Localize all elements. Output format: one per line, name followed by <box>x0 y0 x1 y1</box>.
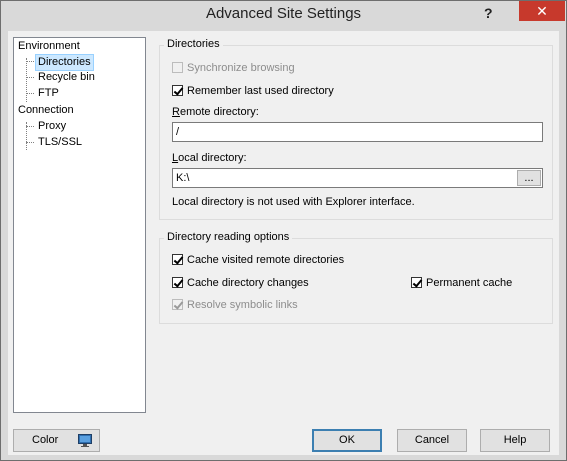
remote-directory-label-accel: R <box>172 106 180 118</box>
tree-item-environment[interactable]: Environment <box>18 39 80 54</box>
window-title: Advanced Site Settings <box>205 5 362 22</box>
directories-group: Directories Synchronize browsing Remembe… <box>159 38 553 220</box>
close-button[interactable]: ✕ <box>519 1 565 21</box>
advanced-site-settings-window: Advanced Site Settings ? ✕ Environment D… <box>0 0 567 461</box>
help-button[interactable]: Help <box>480 429 550 452</box>
local-directory-label: Local directory: <box>172 152 247 164</box>
directories-group-title: Directories <box>164 38 223 50</box>
tree-item-ftp[interactable]: FTP <box>38 86 59 101</box>
checkbox-box <box>172 299 183 310</box>
checkbox-box <box>172 62 183 73</box>
tree-item-connection[interactable]: Connection <box>18 103 74 118</box>
tree-connector <box>26 126 34 127</box>
checkbox-box <box>411 277 422 288</box>
cache-visited-directories-checkbox[interactable]: Cache visited remote directories <box>172 253 344 268</box>
synchronize-browsing-checkbox[interactable]: Synchronize browsing <box>172 61 295 76</box>
checkbox-box <box>172 277 183 288</box>
remote-directory-label: Remote directory: <box>172 106 259 118</box>
cache-directory-changes-label: Cache directory changes <box>187 277 309 289</box>
permanent-cache-label: Permanent cache <box>426 277 513 289</box>
browse-local-directory-button[interactable]: ... <box>517 170 541 186</box>
local-directory-label-text: ocal directory: <box>178 152 247 164</box>
dialog-client-area: Environment Directories Recycle bin FTP … <box>8 31 559 455</box>
local-directory-input[interactable]: K:\ <box>172 168 543 188</box>
tree-connector <box>26 93 34 94</box>
color-button-label: Color <box>32 434 59 446</box>
tree-connector <box>26 77 34 78</box>
tree-connector <box>26 142 34 143</box>
tree-connector <box>26 58 27 102</box>
synchronize-browsing-label: Synchronize browsing <box>187 62 295 74</box>
remote-directory-label-text: emote directory: <box>179 106 259 118</box>
tree-item-recycle-bin[interactable]: Recycle bin <box>38 70 95 85</box>
remember-last-directory-label: Remember last used directory <box>187 85 334 97</box>
tree-item-directories[interactable]: Directories <box>35 54 94 71</box>
monitor-icon <box>78 434 92 447</box>
checkbox-box <box>172 254 183 265</box>
color-button[interactable]: Color <box>13 429 100 452</box>
cancel-button[interactable]: Cancel <box>397 429 467 452</box>
tree-item-tls-ssl[interactable]: TLS/SSL <box>38 135 82 150</box>
reading-options-group-title: Directory reading options <box>164 231 293 243</box>
tree-connector <box>26 61 34 62</box>
settings-tree[interactable]: Environment Directories Recycle bin FTP … <box>13 37 146 413</box>
help-question-icon[interactable]: ? <box>484 5 493 21</box>
title-bar[interactable]: Advanced Site Settings ? ✕ <box>1 1 566 30</box>
remember-last-directory-checkbox[interactable]: Remember last used directory <box>172 84 334 99</box>
cache-directory-changes-checkbox[interactable]: Cache directory changes <box>172 276 309 291</box>
tree-item-proxy[interactable]: Proxy <box>38 119 66 134</box>
resolve-symbolic-links-checkbox[interactable]: Resolve symbolic links <box>172 298 298 313</box>
checkbox-box <box>172 85 183 96</box>
local-directory-note: Local directory is not used with Explore… <box>172 196 415 208</box>
ok-button[interactable]: OK <box>312 429 382 452</box>
directory-reading-options-group: Directory reading options Cache visited … <box>159 231 553 324</box>
permanent-cache-checkbox[interactable]: Permanent cache <box>411 276 512 291</box>
remote-directory-input[interactable]: / <box>172 122 543 142</box>
resolve-symbolic-links-label: Resolve symbolic links <box>187 299 298 311</box>
cache-visited-directories-label: Cache visited remote directories <box>187 254 345 266</box>
